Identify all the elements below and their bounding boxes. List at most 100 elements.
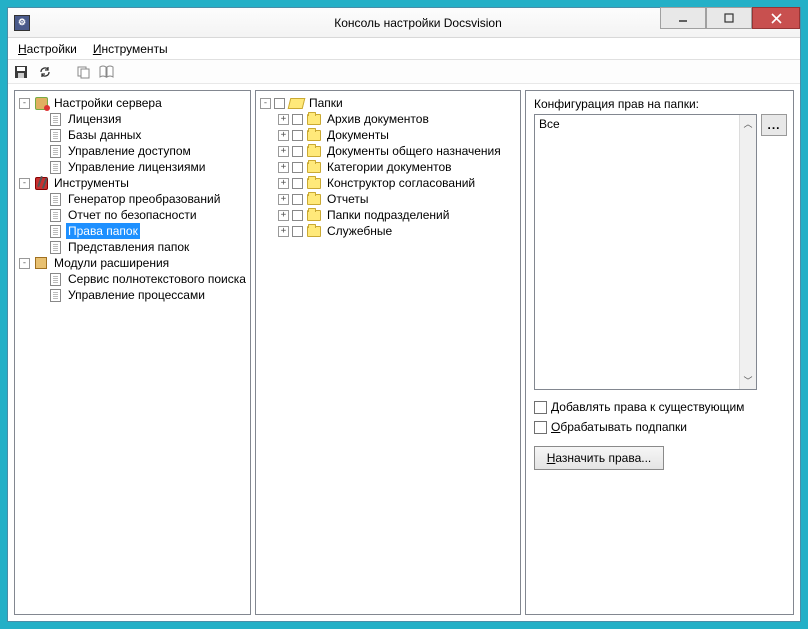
folder-checkbox[interactable] — [292, 162, 303, 173]
app-window: ⚙ Консоль настройки Docsvision Настройки… — [7, 7, 801, 622]
expand-toggle[interactable]: + — [278, 162, 289, 173]
folder-checkbox[interactable] — [292, 210, 303, 221]
tree-label[interactable]: Архив документов — [325, 111, 431, 127]
page-icon — [47, 128, 63, 142]
tree-label[interactable]: Настройки сервера — [52, 95, 164, 111]
tree-label[interactable]: Конструктор согласований — [325, 175, 477, 191]
tree-label[interactable]: Инструменты — [52, 175, 131, 191]
nav-item[interactable]: Права папок — [17, 223, 248, 239]
nav-tools[interactable]: - Инструменты — [17, 175, 248, 191]
nav-tree-panel: -Настройки сервераЛицензияБазы данныхУпр… — [14, 90, 251, 615]
page-icon — [47, 160, 63, 174]
book-icon[interactable] — [98, 63, 116, 81]
minimize-button[interactable] — [660, 7, 706, 29]
folder-item[interactable]: + Служебные — [258, 223, 518, 239]
tree-label[interactable]: Лицензия — [66, 111, 123, 127]
content-area: -Настройки сервераЛицензияБазы данныхУпр… — [8, 84, 800, 621]
nav-item[interactable]: Базы данных — [17, 127, 248, 143]
folder-item[interactable]: + Категории документов — [258, 159, 518, 175]
rights-panel: Конфигурация прав на папки: Все ︿ ﹀ ... … — [525, 90, 794, 615]
tree-label[interactable]: Документы — [325, 127, 391, 143]
tree-label[interactable]: Сервис полнотекстового поиска — [66, 271, 248, 287]
folder-icon — [306, 192, 322, 206]
copy-icon[interactable] — [74, 63, 92, 81]
menu-settings[interactable]: Настройки — [12, 40, 83, 58]
tree-label[interactable]: Папки подразделений — [325, 207, 451, 223]
folder-checkbox[interactable] — [292, 178, 303, 189]
folder-item[interactable]: + Документы — [258, 127, 518, 143]
nav-item[interactable]: Представления папок — [17, 239, 248, 255]
nav-item[interactable]: Отчет по безопасности — [17, 207, 248, 223]
nav-item[interactable]: Управление доступом — [17, 143, 248, 159]
expand-toggle[interactable]: + — [278, 146, 289, 157]
folder-checkbox[interactable] — [274, 98, 285, 109]
expand-toggle[interactable]: + — [278, 130, 289, 141]
folder-icon — [306, 144, 322, 158]
folder-icon — [306, 128, 322, 142]
nav-server-settings[interactable]: - Настройки сервера — [17, 95, 248, 111]
browse-button[interactable]: ... — [761, 114, 787, 136]
nav-item[interactable]: Управление процессами — [17, 287, 248, 303]
folder-checkbox[interactable] — [292, 194, 303, 205]
expand-toggle[interactable]: + — [278, 210, 289, 221]
checkbox-subfolders[interactable] — [534, 421, 547, 434]
page-icon — [47, 272, 63, 286]
nav-item[interactable]: Сервис полнотекстового поиска — [17, 271, 248, 287]
expand-toggle[interactable]: - — [19, 178, 30, 189]
expand-toggle[interactable]: + — [278, 194, 289, 205]
rights-list-item[interactable]: Все — [539, 117, 560, 131]
assign-rights-button[interactable]: Назначить права... — [534, 446, 664, 470]
tree-label[interactable]: Представления папок — [66, 239, 191, 255]
nav-modules[interactable]: - Модули расширения — [17, 255, 248, 271]
tree-label[interactable]: Права папок — [66, 223, 140, 239]
expand-toggle[interactable]: + — [278, 178, 289, 189]
scrollbar[interactable]: ︿ ﹀ — [739, 115, 756, 389]
tree-label[interactable]: Отчеты — [325, 191, 370, 207]
menubar: Настройки Инструменты — [8, 38, 800, 60]
folder-checkbox[interactable] — [292, 226, 303, 237]
nav-item[interactable]: Генератор преобразований — [17, 191, 248, 207]
refresh-icon[interactable] — [36, 63, 54, 81]
expand-toggle[interactable]: + — [278, 226, 289, 237]
tree-label[interactable]: Управление лицензиями — [66, 159, 207, 175]
tree-label[interactable]: Управление процессами — [66, 287, 207, 303]
expand-toggle[interactable]: - — [19, 258, 30, 269]
close-button[interactable] — [752, 7, 800, 29]
folder-item[interactable]: + Конструктор согласований — [258, 175, 518, 191]
rights-config-label: Конфигурация прав на папки: — [534, 97, 787, 111]
nav-item[interactable]: Лицензия — [17, 111, 248, 127]
folder-item[interactable]: + Документы общего назначения — [258, 143, 518, 159]
tree-label[interactable]: Отчет по безопасности — [66, 207, 199, 223]
scroll-down-icon[interactable]: ﹀ — [740, 372, 756, 389]
page-icon — [47, 144, 63, 158]
tree-label[interactable]: Управление доступом — [66, 143, 193, 159]
folder-checkbox[interactable] — [292, 114, 303, 125]
folder-item[interactable]: + Отчеты — [258, 191, 518, 207]
folder-item[interactable]: + Архив документов — [258, 111, 518, 127]
tree-label[interactable]: Папки — [307, 95, 345, 111]
tree-label[interactable]: Базы данных — [66, 127, 143, 143]
tree-label[interactable]: Генератор преобразований — [66, 191, 222, 207]
rights-listbox[interactable]: Все ︿ ﹀ — [534, 114, 757, 390]
tree-label[interactable]: Служебные — [325, 223, 394, 239]
folder-icon — [306, 176, 322, 190]
expand-toggle[interactable]: + — [278, 114, 289, 125]
checkbox-add-rights[interactable] — [534, 401, 547, 414]
page-icon — [47, 288, 63, 302]
menu-tools[interactable]: Инструменты — [87, 40, 174, 58]
folder-item[interactable]: + Папки подразделений — [258, 207, 518, 223]
expand-toggle[interactable]: - — [19, 98, 30, 109]
folder-checkbox[interactable] — [292, 146, 303, 157]
save-icon[interactable] — [12, 63, 30, 81]
toolbar — [8, 60, 800, 84]
scroll-up-icon[interactable]: ︿ — [740, 115, 756, 132]
tree-label[interactable]: Категории документов — [325, 159, 454, 175]
server-icon — [33, 96, 49, 110]
maximize-button[interactable] — [706, 7, 752, 29]
tree-label[interactable]: Документы общего назначения — [325, 143, 503, 159]
nav-item[interactable]: Управление лицензиями — [17, 159, 248, 175]
folder-root[interactable]: - Папки — [258, 95, 518, 111]
folder-checkbox[interactable] — [292, 130, 303, 141]
expand-toggle[interactable]: - — [260, 98, 271, 109]
tree-label[interactable]: Модули расширения — [52, 255, 171, 271]
